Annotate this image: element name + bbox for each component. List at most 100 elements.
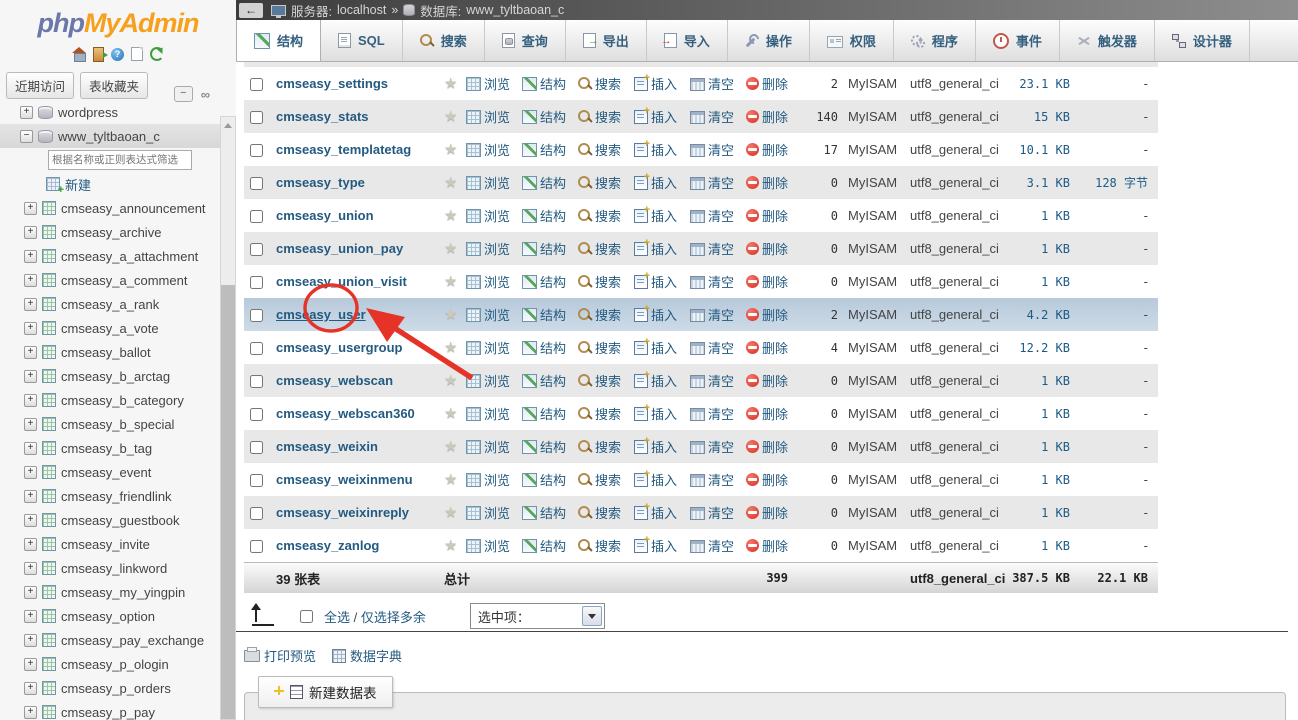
tab-import[interactable]: 导入 <box>647 20 728 61</box>
help-icon[interactable] <box>111 48 124 61</box>
action-drop-link[interactable]: 删除 <box>746 140 798 159</box>
expand-toggle-icon[interactable]: + <box>20 106 33 119</box>
scroll-up-icon[interactable] <box>224 123 232 128</box>
table-name-link[interactable]: cmseasy_weixin <box>272 439 444 454</box>
sidebar-item-table[interactable]: +cmseasy_announcement <box>0 196 222 220</box>
action-insert-link[interactable]: 插入 <box>634 305 690 324</box>
sidebar-item-table[interactable]: +cmseasy_friendlink <box>0 484 222 508</box>
sidebar-item-table[interactable]: +cmseasy_a_vote <box>0 316 222 340</box>
expand-toggle-icon[interactable]: + <box>24 706 37 719</box>
row-checkbox[interactable] <box>250 540 263 553</box>
action-browse-link[interactable]: 浏览 <box>466 305 522 324</box>
action-search-link[interactable]: 搜索 <box>578 206 634 225</box>
sidebar-item-table[interactable]: +cmseasy_event <box>0 460 222 484</box>
row-checkbox[interactable] <box>250 177 263 190</box>
tab-triggers[interactable]: 触发器 <box>1060 20 1155 61</box>
action-browse-link[interactable]: 浏览 <box>466 140 522 159</box>
table-name-link[interactable]: cmseasy_union_visit <box>272 274 444 289</box>
sidebar-item-table[interactable]: +cmseasy_linkword <box>0 556 222 580</box>
table-name-link[interactable]: cmseasy_usergroup <box>272 340 444 355</box>
action-structure-link[interactable]: 结构 <box>522 470 578 489</box>
action-empty-link[interactable]: 清空 <box>690 503 746 522</box>
action-search-link[interactable]: 搜索 <box>578 371 634 390</box>
expand-toggle-icon[interactable]: + <box>24 298 37 311</box>
action-drop-link[interactable]: 删除 <box>746 239 798 258</box>
sidebar-item-table[interactable]: +cmseasy_option <box>0 604 222 628</box>
action-empty-link[interactable]: 清空 <box>690 437 746 456</box>
sidebar-item-table[interactable]: +cmseasy_p_ologin <box>0 652 222 676</box>
action-browse-link[interactable]: 浏览 <box>466 437 522 456</box>
db-name[interactable]: www_tyltbaoan_c <box>466 3 564 17</box>
print-view-link[interactable]: 打印预览 <box>244 646 316 665</box>
table-name-link[interactable]: cmseasy_templatetag <box>272 142 444 157</box>
action-structure-link[interactable]: 结构 <box>522 338 578 357</box>
action-drop-link[interactable]: 删除 <box>746 206 798 225</box>
row-checkbox[interactable] <box>250 309 263 322</box>
action-structure-link[interactable]: 结构 <box>522 74 578 93</box>
action-structure-link[interactable]: 结构 <box>522 173 578 192</box>
expand-toggle-icon[interactable]: + <box>24 322 37 335</box>
favorite-star-icon[interactable] <box>444 307 460 323</box>
favorite-star-icon[interactable] <box>444 208 460 224</box>
action-empty-link[interactable]: 清空 <box>690 338 746 357</box>
action-search-link[interactable]: 搜索 <box>578 107 634 126</box>
check-all-link[interactable]: 全选 <box>324 610 350 625</box>
tab-designer[interactable]: 设计器 <box>1155 20 1250 61</box>
action-empty-link[interactable]: 清空 <box>690 206 746 225</box>
expand-toggle-icon[interactable]: + <box>24 250 37 263</box>
tab-operations[interactable]: 操作 <box>728 20 810 61</box>
favorite-star-icon[interactable] <box>444 241 460 257</box>
action-insert-link[interactable]: 插入 <box>634 470 690 489</box>
action-insert-link[interactable]: 插入 <box>634 536 690 555</box>
sidebar-item-table[interactable]: +cmseasy_a_comment <box>0 268 222 292</box>
action-search-link[interactable]: 搜索 <box>578 140 634 159</box>
action-empty-link[interactable]: 清空 <box>690 404 746 423</box>
action-empty-link[interactable]: 清空 <box>690 173 746 192</box>
create-table-legend[interactable]: 新建数据表 <box>258 676 393 708</box>
favorite-star-icon[interactable] <box>444 340 460 356</box>
expand-toggle-icon[interactable]: + <box>24 418 37 431</box>
action-search-link[interactable]: 搜索 <box>578 305 634 324</box>
sidebar-item-table[interactable]: +cmseasy_a_rank <box>0 292 222 316</box>
tab-search[interactable]: 搜索 <box>403 20 485 61</box>
table-name-link[interactable]: cmseasy_settings <box>272 76 444 91</box>
sidebar-item-table[interactable]: +cmseasy_p_orders <box>0 676 222 700</box>
action-search-link[interactable]: 搜索 <box>578 404 634 423</box>
action-insert-link[interactable]: 插入 <box>634 206 690 225</box>
action-drop-link[interactable]: 删除 <box>746 74 798 93</box>
favorite-star-icon[interactable] <box>444 406 460 422</box>
expand-toggle-icon[interactable]: + <box>24 562 37 575</box>
action-structure-link[interactable]: 结构 <box>522 503 578 522</box>
action-search-link[interactable]: 搜索 <box>578 239 634 258</box>
action-structure-link[interactable]: 结构 <box>522 239 578 258</box>
row-checkbox[interactable] <box>250 441 263 454</box>
tab-structure[interactable]: 结构 <box>236 20 321 61</box>
check-all-checkbox[interactable] <box>300 610 313 623</box>
expand-toggle-icon[interactable]: + <box>24 634 37 647</box>
tab-favorite-tables[interactable]: 表收藏夹 <box>80 72 148 99</box>
action-browse-link[interactable]: 浏览 <box>466 338 522 357</box>
tab-query[interactable]: 查询 <box>485 20 566 61</box>
expand-toggle-icon[interactable]: + <box>24 490 37 503</box>
sidebar-item-table[interactable]: +cmseasy_b_special <box>0 412 222 436</box>
sidebar-item-table[interactable]: +cmseasy_a_attachment <box>0 244 222 268</box>
row-checkbox[interactable] <box>250 507 263 520</box>
expand-toggle-icon[interactable]: + <box>24 370 37 383</box>
action-search-link[interactable]: 搜索 <box>578 503 634 522</box>
favorite-star-icon[interactable] <box>444 274 460 290</box>
tab-export[interactable]: 导出 <box>566 20 647 61</box>
action-browse-link[interactable]: 浏览 <box>466 74 522 93</box>
table-name-link[interactable]: cmseasy_user <box>272 307 444 322</box>
row-checkbox[interactable] <box>250 408 263 421</box>
expand-toggle-icon[interactable]: + <box>24 346 37 359</box>
sidebar-item-current-db[interactable]: − www_tyltbaoan_c <box>0 124 222 148</box>
action-drop-link[interactable]: 删除 <box>746 173 798 192</box>
sidebar-item-table[interactable]: +cmseasy_guestbook <box>0 508 222 532</box>
server-name[interactable]: localhost <box>337 3 386 17</box>
action-structure-link[interactable]: 结构 <box>522 437 578 456</box>
action-empty-link[interactable]: 清空 <box>690 239 746 258</box>
collapse-toggle-icon[interactable]: − <box>20 130 33 143</box>
action-insert-link[interactable]: 插入 <box>634 272 690 291</box>
action-structure-link[interactable]: 结构 <box>522 107 578 126</box>
sidebar-item-new-table[interactable]: 新建 <box>0 172 222 196</box>
